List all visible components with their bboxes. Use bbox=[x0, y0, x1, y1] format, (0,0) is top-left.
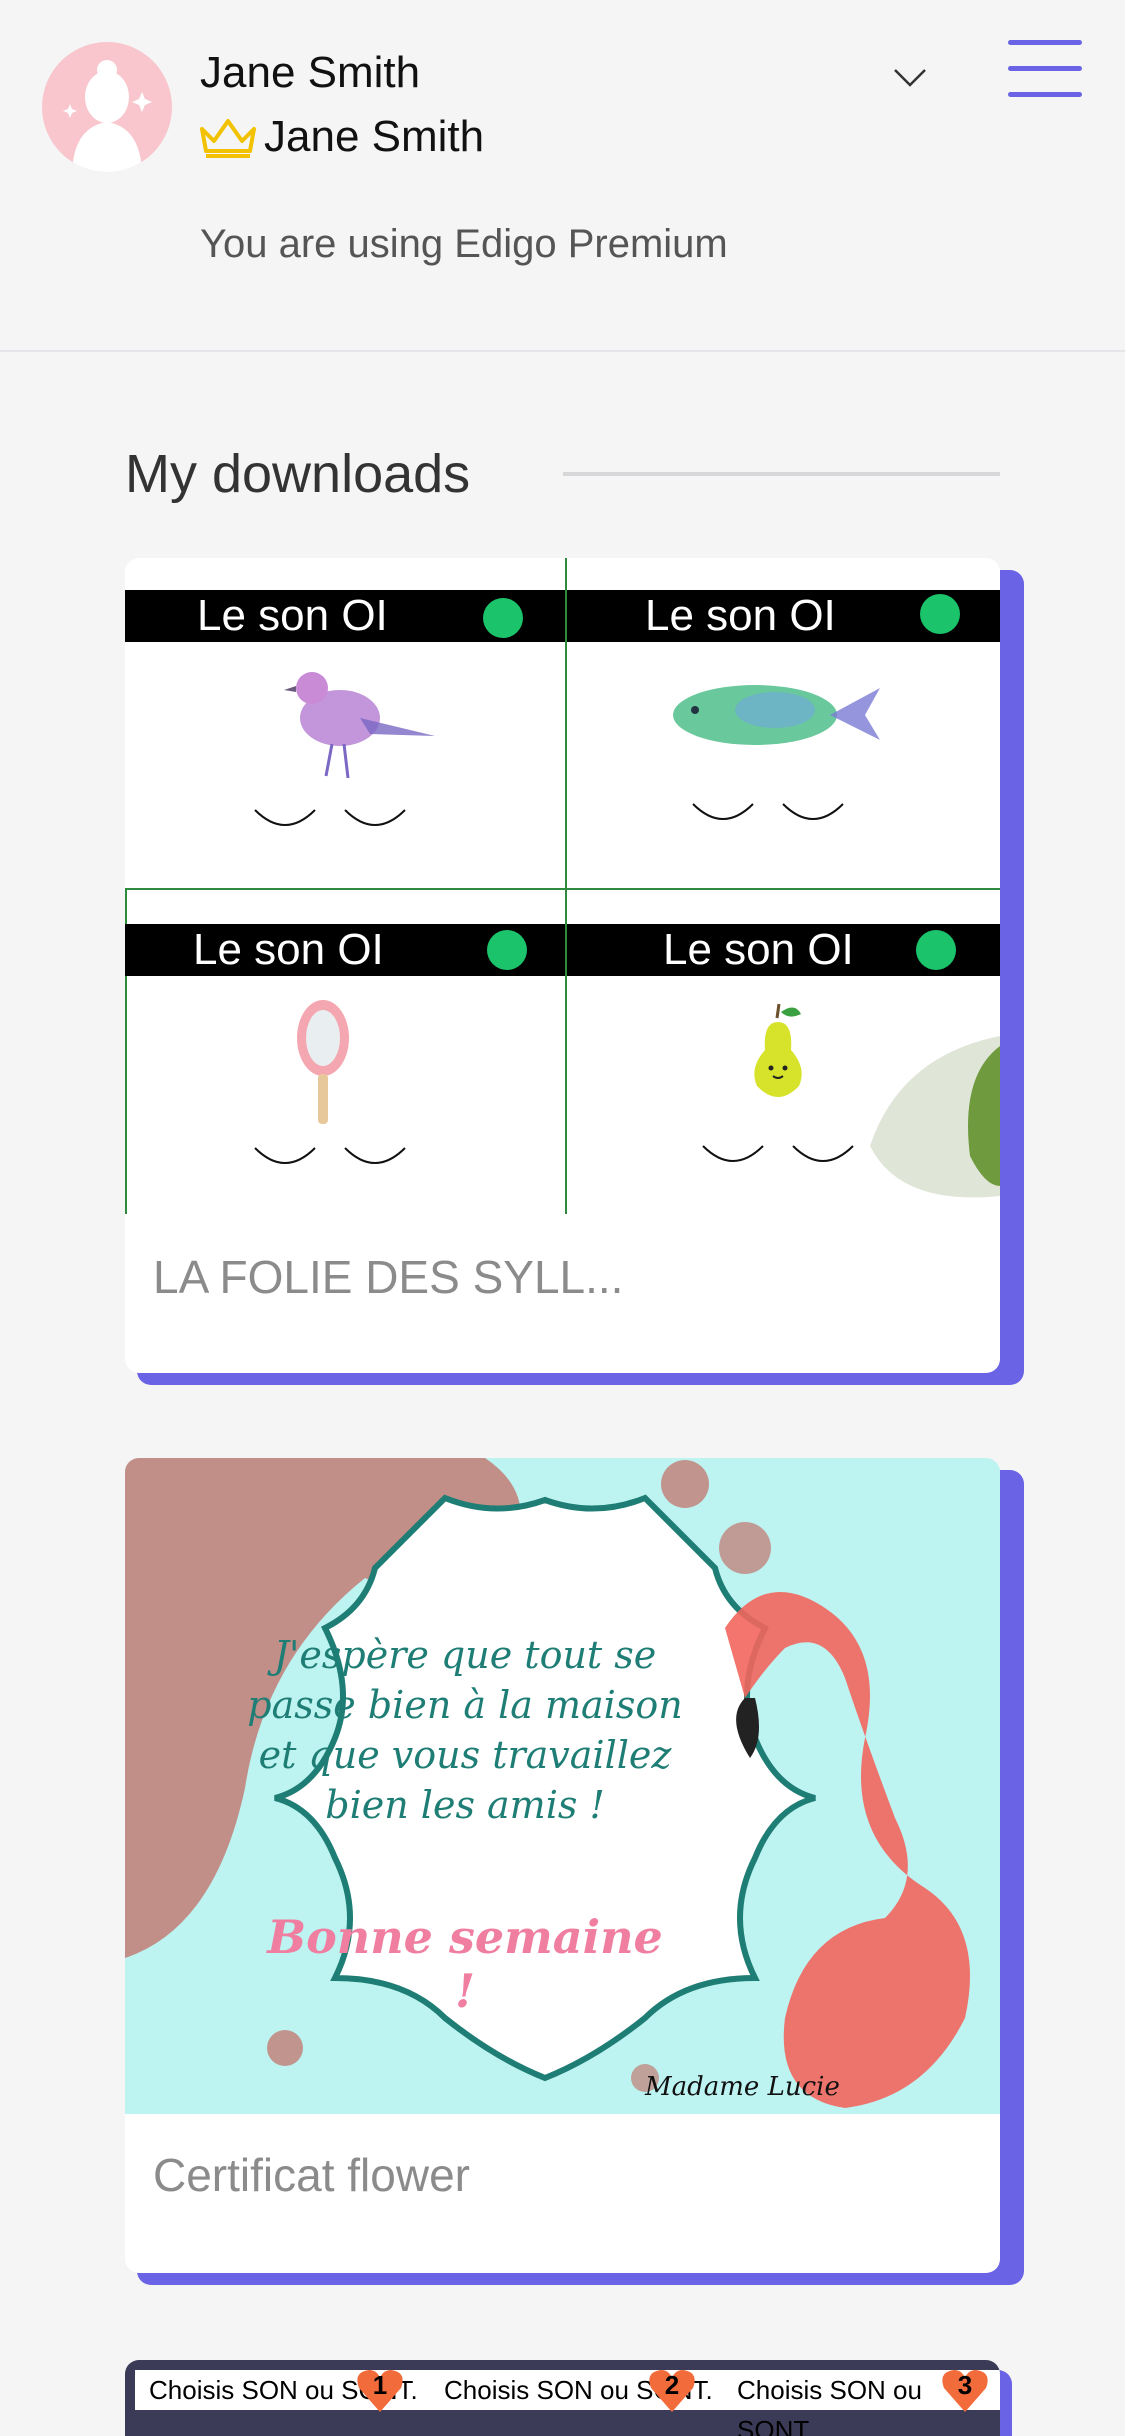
download-card-2: J'espère que tout se passe bien à la mai… bbox=[125, 1458, 1024, 2285]
profile-header: Jane Smith Jane Smith You are using Edig… bbox=[0, 0, 1125, 352]
syllable-arcs bbox=[254, 809, 406, 826]
section-divider bbox=[563, 472, 1000, 476]
thumb-number: 3 bbox=[957, 2370, 973, 2400]
green-dot bbox=[916, 930, 956, 970]
section-title: My downloads bbox=[125, 444, 471, 504]
crown-icon bbox=[200, 119, 256, 158]
thumb-signature: Madame Lucie bbox=[645, 2072, 840, 2102]
thumb-line: passe bien à la maison bbox=[247, 1683, 683, 1727]
syllable-arcs bbox=[692, 803, 844, 820]
download-title: LA FOLIE DES SYLL... bbox=[153, 1251, 624, 1303]
grid-line bbox=[565, 558, 567, 1214]
syllable-arcs bbox=[702, 1145, 854, 1162]
thumb-message: J'espère que tout se passe bien à la mai… bbox=[245, 1630, 685, 1830]
avatar[interactable] bbox=[42, 42, 172, 172]
thumb-line: bien les amis ! bbox=[325, 1783, 605, 1827]
download-card-3[interactable]: Choisis SON ou SONT. 1 Choisis SON ou SO… bbox=[125, 2360, 1000, 2436]
plan-row: Jane Smith bbox=[198, 112, 484, 162]
download-card-1: Le son OI Le son OI Le son OI Le son OI … bbox=[125, 558, 1024, 1385]
chevron-down-icon[interactable] bbox=[892, 66, 928, 90]
hamburger-menu-icon[interactable] bbox=[1008, 40, 1082, 98]
fish-illustration bbox=[673, 685, 880, 745]
green-dot bbox=[487, 930, 527, 970]
syllable-arcs bbox=[254, 1147, 406, 1164]
green-dot bbox=[920, 594, 960, 634]
thumb-line: J'espère que tout se bbox=[273, 1633, 657, 1677]
mirror-illustration bbox=[297, 1000, 349, 1124]
green-dot bbox=[483, 598, 523, 638]
leaf-illustration bbox=[870, 1036, 1000, 1198]
download-card[interactable]: Le son OI Le son OI Le son OI Le son OI … bbox=[125, 558, 1000, 1373]
premium-status: You are using Edigo Premium bbox=[200, 222, 728, 266]
user-name: Jane Smith bbox=[200, 48, 421, 97]
avatar-icon bbox=[63, 60, 152, 172]
thumb-headline: Bonne semaine ! bbox=[267, 1910, 663, 2018]
thumb-number: 2 bbox=[664, 2370, 680, 2400]
pear-illustration bbox=[754, 1003, 802, 1097]
grid-line bbox=[125, 888, 1000, 890]
plan-user-name: Jane Smith bbox=[264, 112, 485, 161]
bird-illustration bbox=[284, 672, 435, 779]
card-thumbnail: Le son OI Le son OI Le son OI Le son OI bbox=[125, 558, 1000, 1214]
download-card[interactable]: J'espère que tout se passe bien à la mai… bbox=[125, 1458, 1000, 2273]
download-title: Certificat flower bbox=[153, 2149, 470, 2201]
thumb-line: et que vous travaillez bbox=[258, 1733, 672, 1777]
thumb-number: 1 bbox=[372, 2370, 388, 2400]
